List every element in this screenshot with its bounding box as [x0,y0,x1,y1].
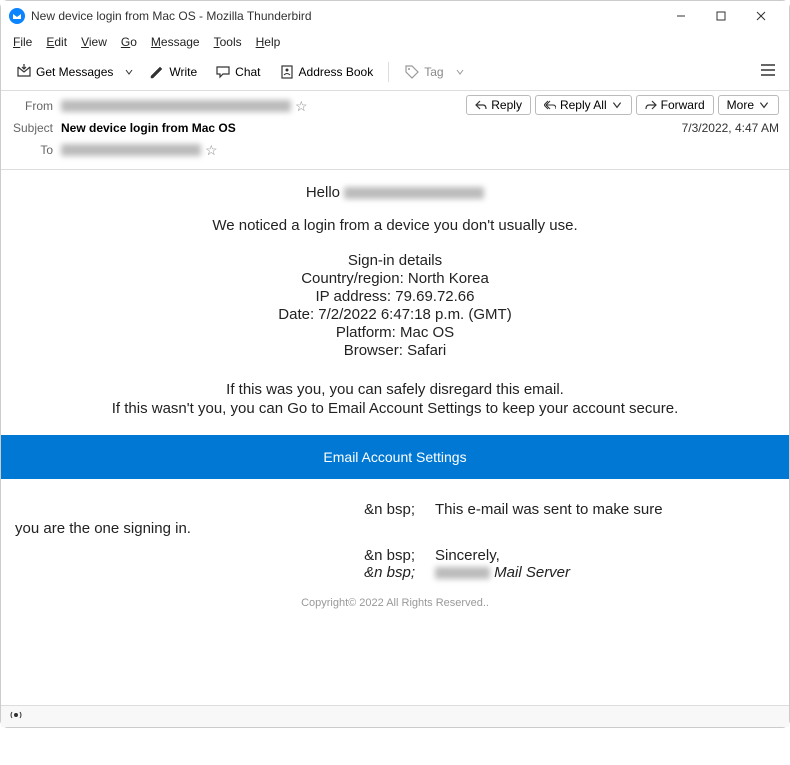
reply-all-button[interactable]: Reply All [535,95,632,115]
email-body: Hello We noticed a login from a device y… [1,170,789,765]
email-copyright: Copyright© 2022 All Rights Reserved.. [15,597,775,609]
status-bar [1,705,789,727]
toolbar-separator [388,62,389,82]
address-book-icon [279,64,295,80]
email-notice: We noticed a login from a device you don… [15,217,775,234]
maximize-button[interactable] [701,2,741,30]
reply-all-icon [544,99,556,111]
from-label: From [11,99,61,113]
menu-help[interactable]: Help [250,33,287,51]
hamburger-icon [759,61,777,79]
subject-value: New device login from Mac OS [61,121,236,135]
email-nbsp: &n bsp; [15,501,435,518]
menu-edit[interactable]: Edit [40,33,73,51]
thunderbird-icon [9,8,25,24]
address-book-label: Address Book [299,65,374,79]
to-value-redacted [61,144,201,156]
menu-go[interactable]: Go [115,33,143,51]
reply-button[interactable]: Reply [466,95,531,115]
email-safe: If this was you, you can safely disregar… [15,381,775,398]
app-menu-button[interactable] [755,57,781,86]
forward-icon [645,99,657,111]
window-titlebar: New device login from Mac OS - Mozilla T… [1,1,789,31]
email-country: Country/region: North Korea [15,270,775,287]
window-title: New device login from Mac OS - Mozilla T… [31,9,661,23]
get-messages-dropdown[interactable] [120,67,138,77]
reply-icon [475,99,487,111]
to-label: To [11,143,61,157]
email-date: Date: 7/2/2022 6:47:18 p.m. (GMT) [15,306,775,323]
tag-button[interactable]: Tag [397,59,450,85]
menu-message[interactable]: Message [145,33,206,51]
email-browser: Browser: Safari [15,342,775,359]
from-value-redacted [61,100,291,112]
pencil-icon [149,64,165,80]
email-mailserver: Mail Server [494,564,570,581]
toolbar: Get Messages Write Chat Address Book Tag [1,53,789,91]
email-details-title: Sign-in details [15,252,775,269]
menu-tools[interactable]: Tools [208,33,248,51]
message-headers: From ☆ Subject New device login from Mac… [1,91,789,170]
email-footer-1: This e-mail was sent to make sure [435,501,775,518]
chevron-down-icon [611,99,623,111]
tag-dropdown[interactable] [451,67,469,77]
get-messages-label: Get Messages [36,65,113,79]
email-sincerely: Sincerely, [435,547,775,564]
email-nbsp: &n bsp; [15,547,435,564]
email-server-redacted [435,567,490,579]
address-book-button[interactable]: Address Book [272,59,381,85]
tag-label: Tag [424,65,443,79]
tag-icon [404,64,420,80]
email-not-safe: If this wasn't you, you can Go to Email … [15,400,775,417]
email-ip: IP address: 79.69.72.66 [15,288,775,305]
email-account-settings-button[interactable]: Email Account Settings [1,435,789,479]
get-messages-button[interactable]: Get Messages [9,59,120,85]
email-footer-1b: you are the one signing in. [15,520,775,537]
write-button[interactable]: Write [142,59,204,85]
menu-view[interactable]: View [75,33,113,51]
star-to-icon[interactable]: ☆ [205,142,218,159]
message-date: 7/3/2022, 4:47 AM [682,121,779,135]
email-platform: Platform: Mac OS [15,324,775,341]
minimize-button[interactable] [661,2,701,30]
write-label: Write [169,65,197,79]
download-icon [16,64,32,80]
email-hello: Hello [306,184,340,201]
close-button[interactable] [741,2,781,30]
chat-icon [215,64,231,80]
star-from-icon[interactable]: ☆ [295,98,308,115]
forward-button[interactable]: Forward [636,95,714,115]
more-button[interactable]: More [718,95,779,115]
email-recipient-redacted [344,187,484,199]
subject-label: Subject [11,121,61,135]
menu-file[interactable]: File [7,33,38,51]
chevron-down-icon [758,99,770,111]
connection-icon[interactable] [9,708,23,725]
chat-label: Chat [235,65,260,79]
menubar: File Edit View Go Message Tools Help [1,31,789,53]
email-nbsp: &n bsp; [15,564,435,581]
chat-button[interactable]: Chat [208,59,267,85]
